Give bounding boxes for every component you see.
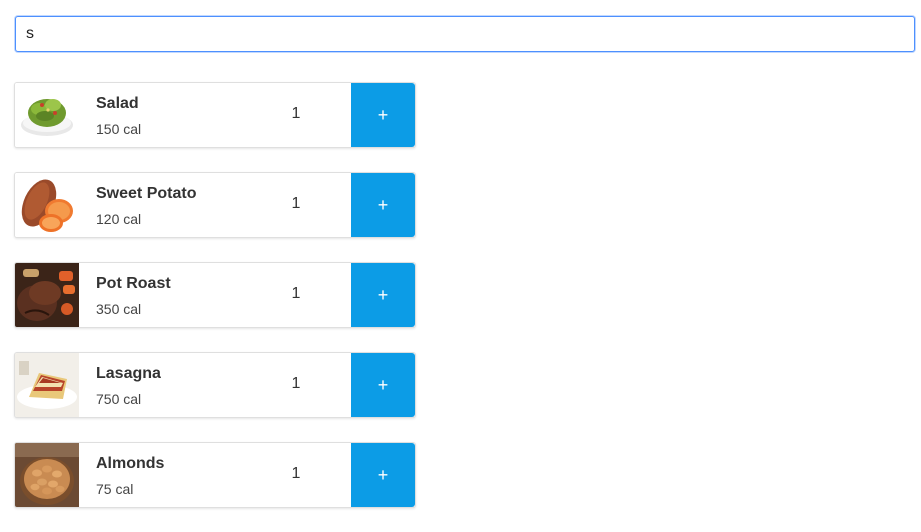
add-almonds-button[interactable]: + [351, 443, 415, 507]
food-quantity: 1 [291, 375, 301, 392]
add-sweet-potato-button[interactable]: + [351, 173, 415, 237]
food-name: Pot Roast [96, 275, 171, 292]
sweet-potato-image [15, 173, 79, 237]
food-item-salad: Salad 150 cal 1 + [14, 82, 416, 148]
add-lasagna-button[interactable]: + [351, 353, 415, 417]
food-quantity: 1 [291, 285, 301, 302]
search-bar [15, 16, 915, 52]
food-quantity: 1 [291, 105, 301, 122]
food-quantity: 1 [291, 465, 301, 482]
lasagna-image [15, 353, 79, 417]
food-calories: 750 cal [96, 391, 142, 407]
food-name: Lasagna [96, 365, 161, 382]
food-name: Salad [96, 95, 139, 112]
add-salad-button[interactable]: + [351, 83, 415, 147]
food-item-pot-roast: Pot Roast 350 cal 1 + [14, 262, 416, 328]
salad-image [15, 83, 79, 147]
food-item-sweet-potato: Sweet Potato 120 cal 1 + [14, 172, 416, 238]
food-item-lasagna: Lasagna 750 cal 1 + [14, 352, 416, 418]
almonds-image [15, 443, 79, 507]
food-item-almonds: Almonds 75 cal 1 + [14, 442, 416, 508]
food-calories: 350 cal [96, 301, 142, 317]
pot-roast-image [15, 263, 79, 327]
food-quantity: 1 [291, 195, 301, 212]
food-list: Salad 150 cal 1 + Sweet Potato 120 cal 1… [14, 82, 416, 532]
food-name: Sweet Potato [96, 185, 197, 202]
search-input[interactable] [15, 16, 915, 52]
food-name: Almonds [96, 455, 165, 472]
food-calories: 150 cal [96, 121, 142, 137]
add-pot-roast-button[interactable]: + [351, 263, 415, 327]
food-calories: 75 cal [96, 481, 134, 497]
food-calories: 120 cal [96, 211, 142, 227]
